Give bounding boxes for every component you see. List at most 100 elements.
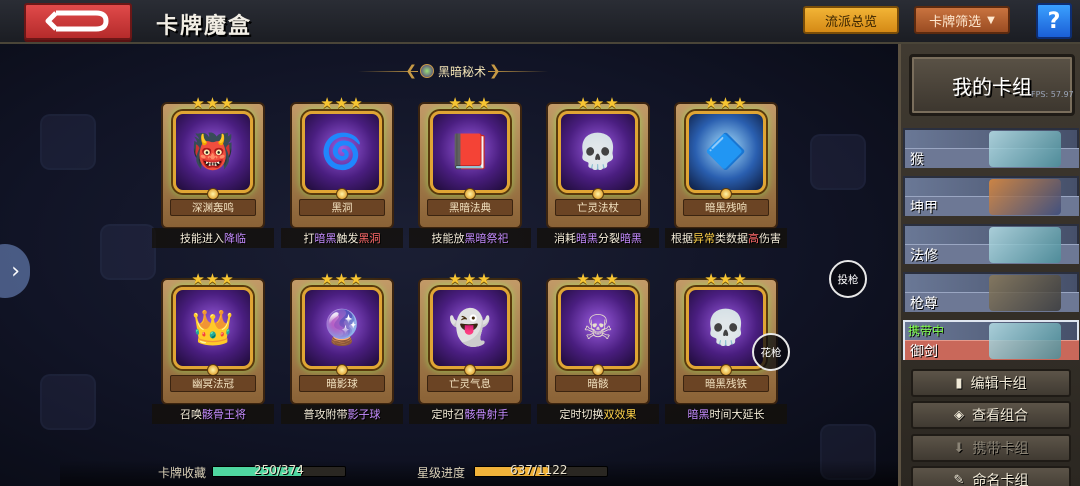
card-art-icon: 🌀: [302, 111, 382, 193]
pen-icon: ✎: [953, 472, 965, 486]
deck-item-label: 猴: [910, 152, 924, 168]
header-bar: 卡牌魔盒 流派总览 卡牌筛选 ▼ ?: [0, 0, 1080, 44]
page-title: 卡牌魔盒: [156, 14, 253, 39]
hero-portrait: [989, 323, 1061, 359]
card-description-part: 黑洞: [358, 232, 381, 245]
edit-deck-button[interactable]: ▮ 编辑卡组: [911, 369, 1071, 397]
divider: [488, 71, 548, 72]
card-stars: ★★★: [448, 270, 492, 288]
hero-portrait: [989, 275, 1061, 311]
throw-spear-button[interactable]: 投枪: [829, 260, 867, 298]
card-description-part: 骸骨射手: [464, 408, 509, 421]
deck-item-faxiu[interactable]: 法修: [903, 224, 1079, 264]
card-description-part: 类数据: [715, 232, 748, 245]
card-description-part: 暗黑: [314, 232, 337, 245]
card-stars: ★★★: [191, 94, 235, 112]
card-description-part: 高: [748, 232, 759, 245]
card-name: 黑洞: [299, 199, 385, 216]
chevron-right-icon: ›: [11, 258, 20, 284]
card-name: 暗黑残铁: [683, 375, 769, 392]
overview-button-label: 流派总览: [824, 14, 877, 30]
card-description-part: 暗黑: [620, 232, 642, 245]
card-9[interactable]: ☠ ★★★ 暗骸 定时切换 双效果: [537, 270, 659, 424]
deck-title-label: 我的卡组: [952, 74, 1032, 99]
question-icon: ?: [1047, 8, 1061, 34]
card-description-part: 分裂: [598, 232, 620, 245]
card-art-icon: 💀: [558, 111, 638, 193]
deck-item-yujian[interactable]: 携带中 御剑: [903, 320, 1079, 360]
deck-item-label: 御剑: [910, 344, 938, 360]
card-description-part: 伤害: [759, 232, 781, 245]
card-4[interactable]: 💀 ★★★ 亡灵法杖 消耗 暗黑 分裂 暗黑: [537, 94, 659, 248]
back-button[interactable]: [24, 3, 132, 40]
card-stars: ★★★: [704, 270, 748, 288]
card-5[interactable]: 🔷 ★★★ 暗黑残响 根据 异常 类数据高伤害: [665, 94, 787, 248]
card-description-part: 召唤: [180, 408, 202, 421]
card-description-part: 黑暗祭祀: [464, 232, 509, 245]
card-stars: ★★★: [448, 94, 492, 112]
overview-button[interactable]: 流派总览: [803, 6, 899, 34]
deck-item-monkey[interactable]: 猴: [903, 128, 1079, 168]
bg-decoration: [100, 224, 156, 280]
download-icon: ⬇: [953, 440, 965, 456]
back-arrow-icon: [45, 10, 109, 32]
card-description-part: 骸骨王将: [202, 408, 246, 421]
card-description: 普攻附带 影子球: [281, 404, 403, 424]
bg-decoration: [810, 134, 866, 190]
card-filter-label: 卡牌筛选: [929, 14, 982, 30]
card-description-part: 暗黑: [687, 408, 710, 421]
view-combo-button[interactable]: ◈ 查看组合: [911, 401, 1071, 429]
card-3[interactable]: 📕 ★★★ 黑暗法典 技能放 黑暗祭祀: [409, 94, 531, 248]
card-name: 黑暗法典: [427, 199, 513, 216]
card-6[interactable]: 👑 ★★★ 幽冥法冠 召唤 骸骨王将: [152, 270, 274, 424]
card-1[interactable]: 👹 ★★★ 深渊轰鸣 技能进入 降临: [152, 94, 274, 248]
card-description-part: 异常: [693, 232, 715, 245]
card-stars: ★★★: [320, 270, 364, 288]
card-7[interactable]: 🔮 ★★★ 暗影球普攻附带 影子球: [281, 270, 403, 424]
card-description-part: 定时召: [431, 408, 465, 421]
card-art-icon: ☠: [558, 287, 638, 369]
card-description-part: 普攻附带: [303, 408, 348, 421]
edit-deck-label: 编辑卡组: [970, 376, 1027, 392]
carry-deck-button[interactable]: ⬇ 携带卡组: [911, 434, 1071, 462]
hero-portrait: [989, 131, 1061, 167]
card-description: 定时切换 双效果: [537, 404, 659, 424]
card-description-part: 定时切换: [559, 408, 604, 421]
card-description: 定时召 骸骨射手: [409, 404, 531, 424]
card-description-part: 暗黑: [576, 232, 598, 245]
flower-spear-button[interactable]: 花枪: [752, 333, 790, 371]
throw-spear-label: 投枪: [837, 273, 859, 286]
card-name: 亡灵法杖: [555, 199, 641, 216]
deck-item-qiangzun[interactable]: 枪尊: [903, 272, 1079, 312]
help-button[interactable]: ?: [1036, 3, 1072, 39]
card-description-part: 打: [303, 232, 315, 245]
card-stars: ★★★: [191, 270, 235, 288]
flower-spear-label: 花枪: [760, 346, 782, 359]
star-progress-value: 637/1122: [510, 463, 568, 477]
card-description-part: 影子球: [347, 408, 381, 421]
card-8[interactable]: 👻 ★★★ 亡灵气息 定时召 骸骨射手: [409, 270, 531, 424]
carry-deck-label: 携带卡组: [972, 441, 1029, 457]
card-stars: ★★★: [576, 270, 620, 288]
card-stars: ★★★: [320, 94, 364, 112]
card-art-icon: 📕: [430, 111, 510, 193]
card-description: 召唤 骸骨王将: [152, 404, 274, 424]
category-heading: ❮ 黑暗秘术 ❯: [358, 60, 548, 82]
card-art-icon: 🔮: [302, 287, 382, 369]
deck-item-kunjia[interactable]: 坤甲: [903, 176, 1079, 216]
card-name: 暗影球: [299, 375, 385, 392]
card-name: 暗黑残响: [683, 199, 769, 216]
card-description-part: 降临: [224, 232, 246, 245]
divider: [358, 71, 418, 72]
card-name: 幽冥法冠: [170, 375, 256, 392]
card-2[interactable]: 🌀 ★★★ 黑洞打暗黑 触发 黑洞: [281, 94, 403, 248]
card-description: 技能进入 降临: [152, 228, 274, 248]
card-description-part: 触发: [336, 232, 359, 245]
deck-item-label: 法修: [910, 248, 938, 264]
stats-bar: 卡牌收藏 250/374 星级进度 637/1122: [60, 460, 900, 486]
category-label: 黑暗秘术: [437, 64, 486, 79]
fps-counter: FPS: 57.97: [1031, 90, 1074, 99]
card-filter-dropdown[interactable]: 卡牌筛选 ▼: [914, 6, 1010, 34]
rename-deck-button[interactable]: ✎ 命名卡组: [911, 466, 1071, 486]
card-description-part: 双效果: [603, 408, 637, 421]
